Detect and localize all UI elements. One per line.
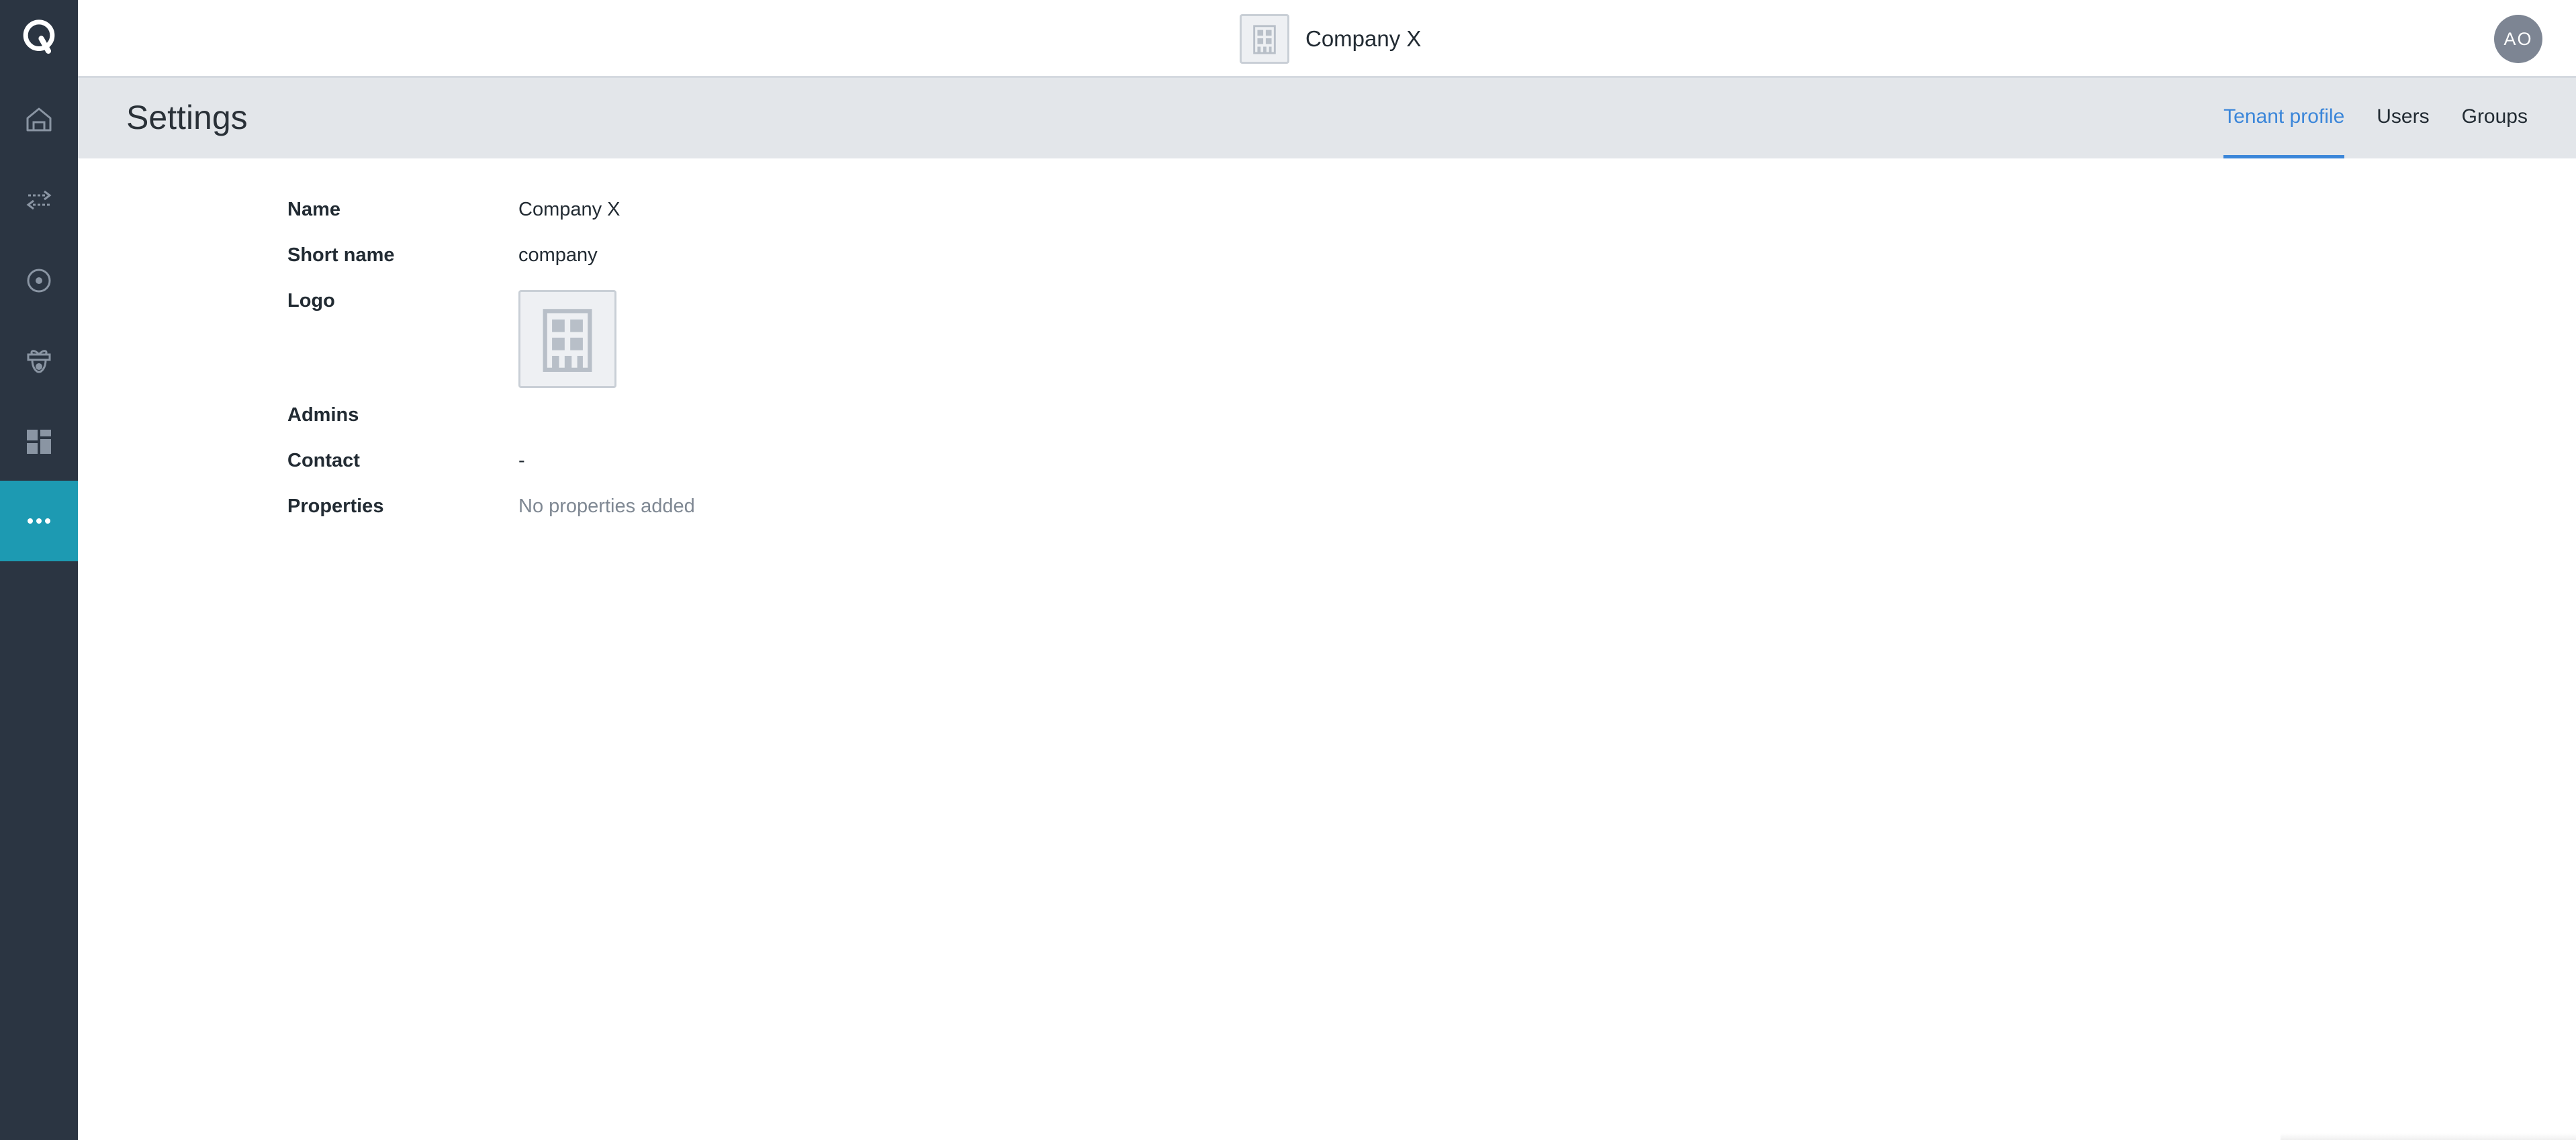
field-row-properties: Properties No properties added	[287, 495, 695, 541]
sidebar-item-dashboards[interactable]	[0, 401, 78, 482]
tenant-profile-details: Name Company X Short name company Logo A…	[287, 199, 695, 541]
sidebar-item-transfers[interactable]	[0, 160, 78, 240]
field-value: Company X	[518, 199, 620, 220]
sidebar	[0, 0, 78, 1140]
sidebar-item-rewards[interactable]	[0, 321, 78, 401]
field-value: -	[518, 450, 525, 471]
app-root: Company X AO Settings Tenant profile Use…	[0, 0, 2576, 1140]
tenant-logo	[518, 290, 616, 388]
top-bar: Company X AO	[78, 0, 2576, 78]
target-circle-icon	[27, 269, 51, 293]
sidebar-item-targets[interactable]	[0, 240, 78, 321]
corner-shadow	[2281, 1133, 2576, 1140]
tenant-name: Company X	[1305, 26, 1422, 51]
tab-users[interactable]: Users	[2377, 78, 2429, 158]
sidebar-item-more[interactable]	[0, 481, 78, 561]
field-row-name: Name Company X	[287, 199, 695, 244]
field-label: Admins	[287, 404, 359, 426]
field-label: Properties	[287, 495, 384, 517]
field-value: No properties added	[518, 495, 695, 517]
more-dots-icon	[28, 518, 50, 524]
sidebar-item-home[interactable]	[0, 79, 78, 160]
home-icon	[26, 107, 52, 132]
dashboard-grid-icon	[27, 430, 51, 454]
field-label: Contact	[287, 450, 360, 471]
field-label: Name	[287, 199, 340, 220]
q-logo-icon	[23, 19, 55, 54]
app-logo[interactable]	[0, 0, 78, 74]
field-value: company	[518, 244, 598, 266]
field-row-admins: Admins	[287, 404, 695, 450]
tab-groups[interactable]: Groups	[2462, 78, 2528, 158]
field-row-contact: Contact -	[287, 450, 695, 495]
building-icon	[1253, 25, 1276, 54]
field-label: Logo	[287, 290, 335, 312]
user-avatar[interactable]: AO	[2494, 15, 2542, 63]
tab-tenant-profile[interactable]: Tenant profile	[2223, 78, 2345, 158]
field-label: Short name	[287, 244, 395, 266]
page-title: Settings	[126, 99, 248, 136]
field-row-short-name: Short name company	[287, 244, 695, 290]
transfer-arrows-icon	[26, 190, 52, 210]
field-row-logo: Logo	[287, 290, 695, 404]
tenant-switcher[interactable]: Company X	[1240, 13, 1421, 64]
gift-icon	[27, 350, 51, 373]
settings-tabs: Tenant profile Users Groups	[2191, 78, 2528, 158]
tenant-logo-thumbnail	[1240, 14, 1289, 64]
page-header: Settings Tenant profile Users Groups	[78, 78, 2576, 158]
building-icon	[543, 309, 592, 372]
